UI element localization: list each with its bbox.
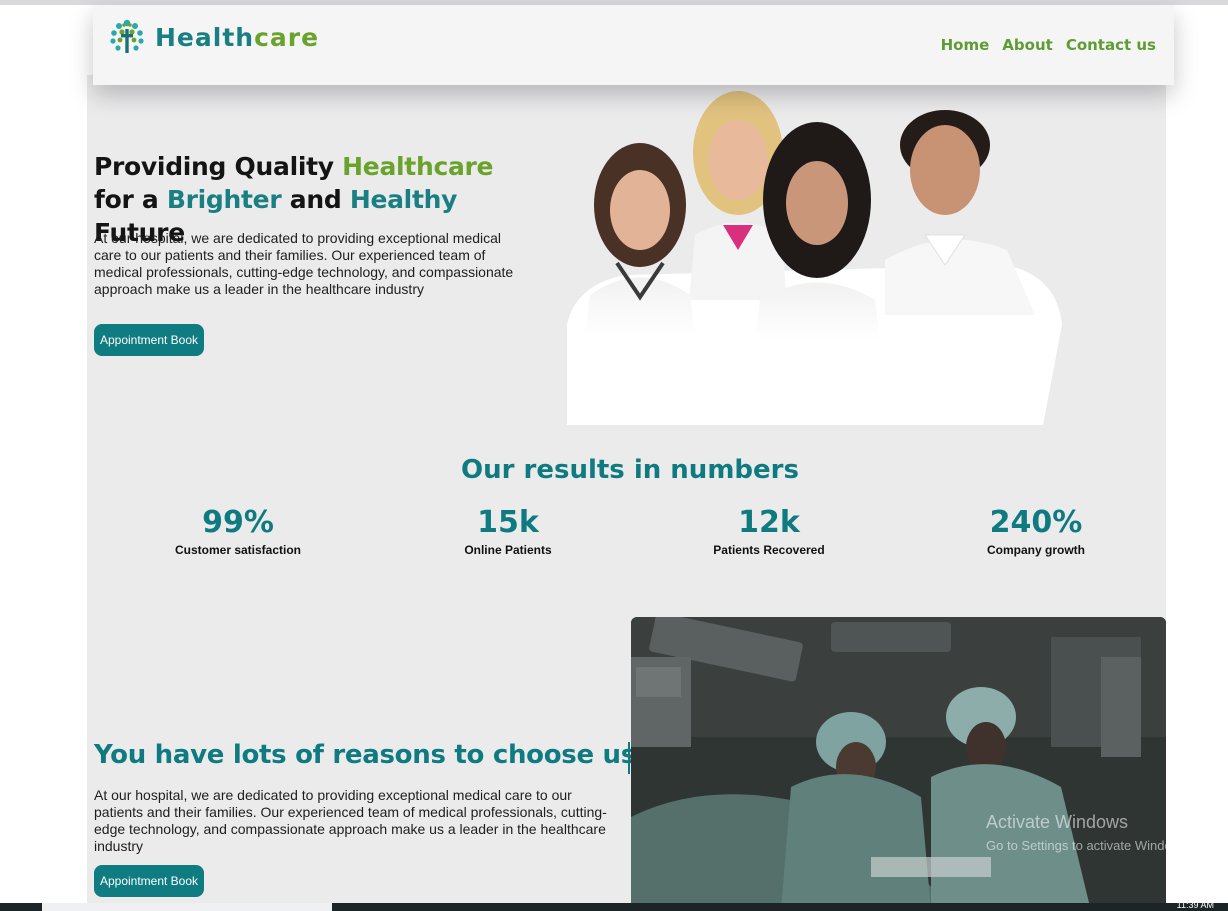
stat-value: 15k [477,505,539,540]
why-choose-us-description: At our hospital, we are dedicated to pro… [94,787,607,854]
why-choose-us-title: You have lots of reasons to choose us [94,740,636,770]
stat-value: 240% [989,505,1083,540]
brand-logo[interactable]: Healthcare [107,17,319,57]
tree-cross-logo-icon [110,19,144,53]
stat-value: 12k [738,505,800,540]
stat-patients-recovered: 12k Patients Recovered [669,505,869,557]
stat-company-growth: 240% Company growth [936,505,1136,557]
stat-label: Company growth [987,543,1085,557]
nav-about[interactable]: About [1002,36,1053,54]
stat-label: Customer satisfaction [174,543,302,557]
doctors-team-image [567,91,1062,425]
os-taskbar: 11:39 AM [0,900,1228,911]
results-title: Our results in numbers [461,455,799,485]
section-divider-mark [628,742,630,774]
stat-value: 99% [202,505,274,540]
taskbar-clock: 11:39 AM [1176,900,1214,910]
surgery-room-image [631,617,1166,911]
taskbar-search-area[interactable] [42,903,332,911]
appointment-book-button[interactable]: Appointment Book [94,324,204,356]
stat-label: Online Patients [464,543,552,557]
hero-description: At our hospital, we are dedicated to pro… [94,230,514,297]
stat-online-patients: 15k Online Patients [408,505,608,557]
appointment-book-button-secondary[interactable]: Appointment Book [94,865,204,897]
nav-contact[interactable]: Contact us [1066,36,1156,54]
watermark-subtitle: Go to Settings to activate Windows. [986,838,1192,853]
stat-label: Patients Recovered [713,543,825,557]
stat-customer-satisfaction: 99% Customer satisfaction [138,505,338,557]
windows-activation-watermark: Activate Windows Go to Settings to activ… [986,812,1191,853]
brand-name: Healthcare [155,22,320,52]
nav-home[interactable]: Home [941,36,990,54]
nav-links: Home About Contact us [941,36,1156,54]
navbar: Healthcare Home About Contact us [93,5,1174,85]
watermark-title: Activate Windows [986,812,1129,832]
